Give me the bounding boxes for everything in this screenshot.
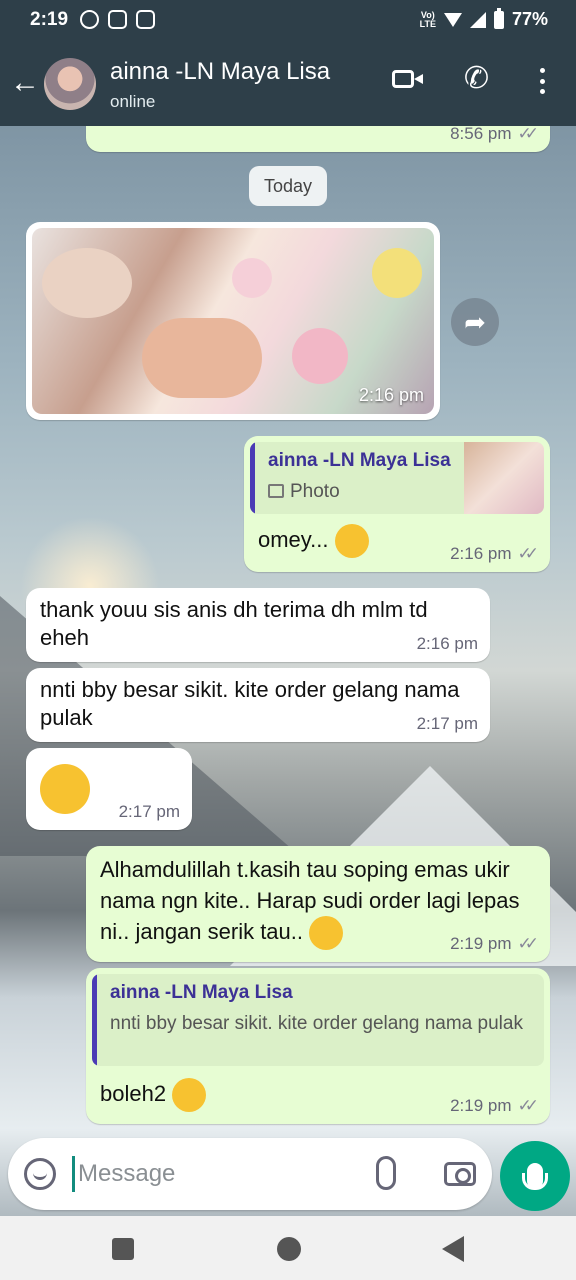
message-time: 2:17 pm	[118, 802, 180, 821]
status-time: 2:19	[30, 9, 69, 30]
read-ticks-icon: ✓✓	[517, 126, 539, 143]
voice-call-icon[interactable]: ✆	[464, 64, 489, 94]
message-time: 8:56 pm	[450, 126, 512, 143]
camera-icon[interactable]	[444, 1162, 476, 1186]
quoted-text: nnti bby besar sikit. kite order gelang …	[110, 1013, 523, 1034]
message-time: 2:16 pm	[450, 544, 512, 563]
message-text: omey...	[258, 526, 329, 552]
instagram-icon	[80, 10, 99, 29]
voice-message-button[interactable]	[500, 1141, 570, 1211]
smiling-hearts-emoji-icon	[40, 764, 90, 814]
microphone-icon	[522, 1163, 548, 1190]
home-icon[interactable]	[277, 1237, 301, 1261]
tiktok-icon	[108, 10, 127, 29]
image-icon	[268, 484, 284, 498]
quoted-text: Photo	[290, 481, 340, 502]
emoji-sticker-icon[interactable]	[24, 1158, 56, 1190]
heart-eyes-emoji-icon	[334, 524, 369, 558]
attachment-icon[interactable]	[376, 1156, 396, 1190]
read-ticks-icon: ✓✓	[517, 934, 539, 953]
date-separator: Today	[249, 166, 327, 206]
smiling-hearts-emoji-icon	[172, 1078, 207, 1112]
message-input[interactable]	[78, 1156, 358, 1192]
signal-icon	[469, 11, 486, 28]
status-bar: 2:19 Vo) LTE 77%	[0, 0, 576, 42]
message-bubble-in[interactable]: nnti bby besar sikit. kite order gelang …	[26, 668, 490, 742]
nav-back-icon[interactable]	[442, 1236, 464, 1262]
message-time: 2:19 pm	[450, 1096, 512, 1115]
contact-status: online	[110, 92, 156, 111]
quoted-thumbnail	[464, 442, 544, 514]
message-bubble-in[interactable]: 2:17 pm	[26, 748, 192, 830]
message-time: 2:19 pm	[450, 934, 512, 953]
message-bubble-in[interactable]: thank youu sis anis dh terima dh mlm td …	[26, 588, 490, 662]
text-cursor	[72, 1156, 75, 1192]
system-nav-bar	[0, 1216, 576, 1280]
message-bubble-out[interactable]: ainna -LN Maya Lisa Photo omey... 2:16 p…	[244, 436, 550, 572]
message-time: 2:16 pm	[358, 385, 424, 405]
quoted-message[interactable]: ainna -LN Maya Lisa nnti bby besar sikit…	[92, 974, 544, 1066]
kiss-emoji-icon	[309, 916, 344, 951]
wifi-icon	[443, 12, 462, 27]
message-bubble-out[interactable]: Alhamdulillah t.kasih tau soping emas uk…	[86, 846, 550, 962]
contact-name[interactable]: ainna -LN Maya Lisa	[110, 58, 330, 86]
message-text: nnti bby besar sikit. kite order gelang …	[40, 677, 460, 730]
chat-area[interactable]: 8:56 pm ✓✓ Today 2:16 pm ➦ ainna -LN May…	[0, 126, 576, 1216]
recent-apps-icon[interactable]	[112, 1238, 134, 1260]
quoted-author: ainna -LN Maya Lisa	[110, 982, 293, 1003]
battery-icon	[493, 7, 504, 29]
message-bubble-out[interactable]: 8:56 pm ✓✓	[86, 126, 550, 152]
forward-icon[interactable]: ➦	[451, 298, 499, 346]
composer	[8, 1138, 492, 1210]
notification-icons	[80, 10, 155, 29]
photo-thumbnail[interactable]: 2:16 pm	[32, 228, 434, 414]
gallery-icon	[136, 10, 155, 29]
message-bubble-out[interactable]: ainna -LN Maya Lisa nnti bby besar sikit…	[86, 968, 550, 1124]
battery-percent: 77%	[511, 9, 548, 29]
message-text: thank youu sis anis dh terima dh mlm td …	[40, 597, 428, 650]
message-time: 2:17 pm	[416, 714, 478, 733]
video-call-icon[interactable]	[392, 68, 423, 90]
photo-message[interactable]: 2:16 pm	[26, 222, 440, 420]
quoted-author: ainna -LN Maya Lisa	[268, 450, 451, 471]
volte-icon: Vo) LTE	[419, 9, 436, 29]
status-right: Vo) LTE 77%	[419, 7, 548, 30]
read-ticks-icon: ✓✓	[517, 544, 539, 563]
avatar[interactable]	[44, 58, 96, 110]
read-ticks-icon: ✓✓	[517, 1096, 539, 1115]
message-text: boleh2	[100, 1080, 167, 1106]
quoted-message[interactable]: ainna -LN Maya Lisa Photo	[250, 442, 544, 514]
chat-header: ← ainna -LN Maya Lisa online ✆	[0, 42, 576, 126]
more-options-icon[interactable]	[534, 68, 550, 94]
message-time: 2:16 pm	[416, 634, 478, 653]
back-arrow-icon[interactable]: ←	[10, 68, 40, 98]
